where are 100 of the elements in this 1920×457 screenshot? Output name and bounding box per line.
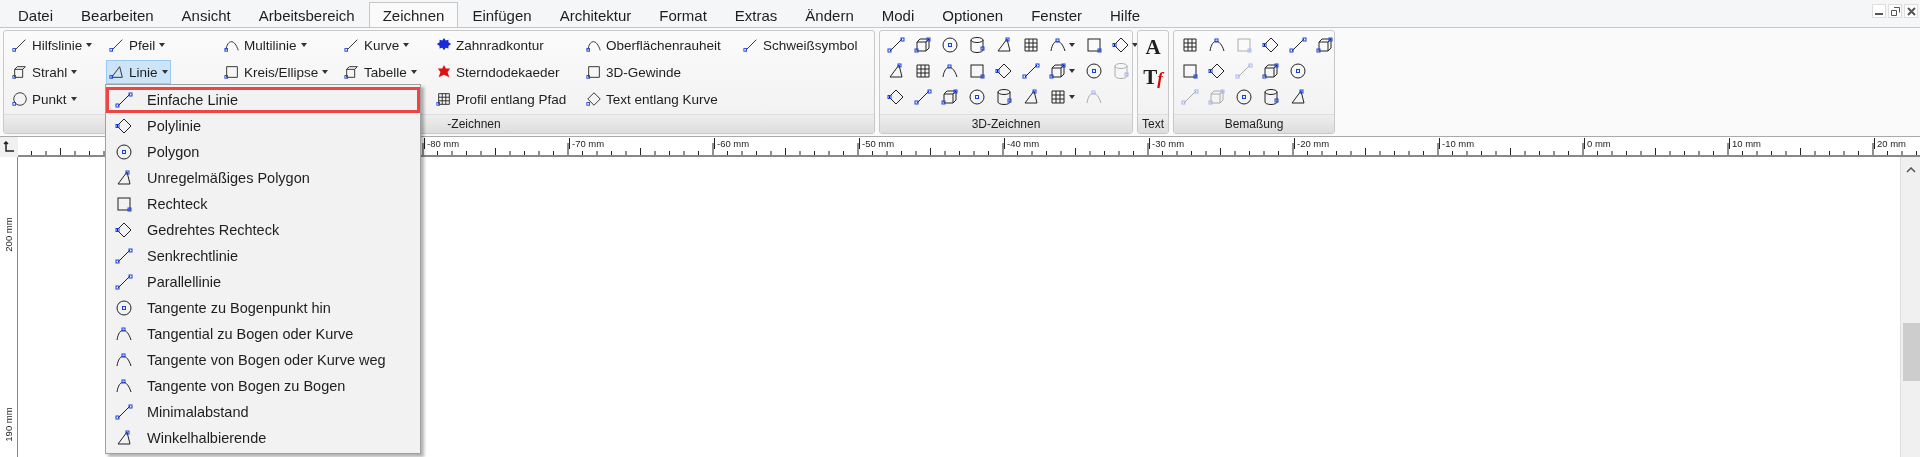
text-tool-button[interactable]: Tf [1142, 65, 1164, 91]
tool-button[interactable] [967, 87, 988, 106]
ribbon-button[interactable]: Text entlang Kurve [583, 87, 721, 111]
tool-button[interactable] [940, 87, 961, 106]
restore-button[interactable] [1888, 4, 1902, 18]
line-icon [115, 91, 133, 109]
tool-button[interactable] [1261, 61, 1282, 80]
menu-item[interactable]: Rechteck [106, 191, 420, 217]
menu-item[interactable]: Parallellinie [106, 269, 420, 295]
menu-item[interactable]: Senkrechtlinie [106, 243, 420, 269]
tool-button[interactable] [886, 35, 907, 54]
line-icon [1289, 35, 1307, 54]
ribbon-button[interactable]: 3D-Gewinde [583, 60, 685, 84]
menu-item[interactable]: Tangente zu Bogenpunkt hin [106, 295, 420, 321]
menu-tab[interactable]: Ändern [791, 2, 868, 27]
triangle-icon [887, 61, 905, 80]
menu-tab[interactable]: Extras [720, 2, 792, 27]
tool-button[interactable] [1288, 35, 1309, 54]
circle-icon [1289, 61, 1307, 80]
gear-icon [436, 37, 452, 53]
menu-tab[interactable]: Arbeitsbereich [244, 2, 369, 27]
line-icon [1022, 61, 1040, 80]
menu-tab[interactable]: Ansicht [167, 2, 245, 27]
menu-tab[interactable]: Hilfe [1096, 2, 1154, 27]
ribbon-button[interactable]: Pfeil [106, 33, 169, 57]
menu-item[interactable]: Polygon [106, 139, 420, 165]
group-label: Bemaßung [1174, 114, 1334, 133]
caret-icon [1069, 94, 1075, 99]
tool-button[interactable] [913, 35, 934, 54]
ruler-label: 20 mm [1874, 138, 1907, 149]
ribbon-button[interactable]: Sterndodekaeder [433, 60, 563, 84]
vertical-scrollbar[interactable] [1900, 157, 1920, 457]
diamond-icon [1112, 35, 1130, 54]
menu-item[interactable]: Tangente von Bogen oder Kurve weg [106, 347, 420, 373]
tool-button[interactable] [913, 87, 934, 106]
text-tool-button[interactable]: A [1144, 35, 1162, 59]
menu-tab[interactable]: Modi [867, 2, 929, 27]
circle-icon [968, 87, 986, 106]
ribbon-button[interactable]: Kreis/Ellipse [221, 60, 332, 84]
ribbon-button[interactable]: Multilinie [221, 33, 310, 57]
menu-item[interactable]: Einfache Linie [106, 87, 420, 113]
ruler-label: 10 mm [1729, 138, 1762, 149]
ribbon-button[interactable]: Profil entlang Pfad [433, 87, 570, 111]
line-icon [1235, 61, 1253, 80]
scroll-up-icon[interactable] [1906, 167, 1916, 173]
caret-icon [300, 43, 307, 47]
menu-item[interactable]: Tangente von Bogen zu Bogen [106, 373, 420, 399]
ribbon-button[interactable]: Schweißsymbol [740, 33, 861, 57]
tool-button[interactable] [1048, 61, 1078, 80]
tool-button[interactable] [1234, 87, 1255, 106]
tool-button[interactable] [940, 35, 961, 54]
curve-icon [1085, 87, 1103, 106]
menu-tab[interactable]: Fenster [1017, 2, 1096, 27]
ruler-origin-icon[interactable] [3, 141, 15, 153]
scrollbar-thumb[interactable] [1903, 323, 1920, 381]
cube-icon [1316, 35, 1334, 54]
diamond-icon [995, 61, 1013, 80]
menu-tab[interactable]: Zeichnen [368, 2, 459, 27]
line-icon [887, 35, 905, 54]
line-icon [743, 37, 759, 53]
diamond-icon [115, 221, 133, 239]
square-icon [115, 195, 133, 213]
grid-icon [1181, 35, 1199, 54]
ribbon-button[interactable]: Punkt [9, 87, 80, 111]
triangle-icon [115, 429, 133, 447]
tool-button[interactable] [1048, 35, 1078, 54]
cube-icon [344, 64, 360, 80]
menu-tab[interactable]: Einfügen [458, 2, 546, 27]
ribbon-button[interactable]: Linie [106, 60, 171, 84]
tool-button[interactable] [1315, 35, 1336, 54]
tool-button[interactable] [1048, 87, 1078, 106]
ribbon-button[interactable]: Oberflächenrauheit [583, 33, 724, 57]
menu-item[interactable]: Unregelmäßiges Polygon [106, 165, 420, 191]
line-icon [914, 87, 932, 106]
ribbon-button[interactable]: Tabelle [341, 60, 420, 84]
tool-button[interactable] [1288, 61, 1309, 80]
ribbon-button[interactable]: Hilfslinie [9, 33, 96, 57]
grid-icon [914, 61, 932, 80]
menu-item[interactable]: Tangential zu Bogen oder Kurve [106, 321, 420, 347]
menu-tab[interactable]: Architektur [545, 2, 646, 27]
menu-tab[interactable]: Format [645, 2, 721, 27]
ribbon-button[interactable]: Kurve [341, 33, 413, 57]
restore-icon [1890, 6, 1900, 16]
menu-tab[interactable]: Datei [4, 2, 68, 27]
tool-button[interactable] [1084, 61, 1105, 80]
menu-item[interactable]: Minimalabstand [106, 399, 420, 425]
menu-item[interactable]: Gedrehtes Rechteck [106, 217, 420, 243]
menu-tab[interactable]: Optionen [928, 2, 1018, 27]
menu-item[interactable]: Winkelhalbierende [106, 425, 420, 451]
diamond-icon [115, 117, 133, 135]
menu-tab[interactable]: Bearbeiten [67, 2, 168, 27]
line-icon [115, 403, 133, 421]
caret-icon [322, 70, 329, 74]
minimize-button[interactable] [1872, 4, 1886, 18]
ribbon-button[interactable]: Zahnradkontur [433, 33, 547, 57]
triangle-icon [115, 169, 133, 187]
ribbon-button[interactable]: Strahl [9, 60, 81, 84]
close-button[interactable] [1904, 4, 1918, 18]
tool-button[interactable] [1021, 61, 1042, 80]
group-label: Text [1138, 114, 1168, 133]
